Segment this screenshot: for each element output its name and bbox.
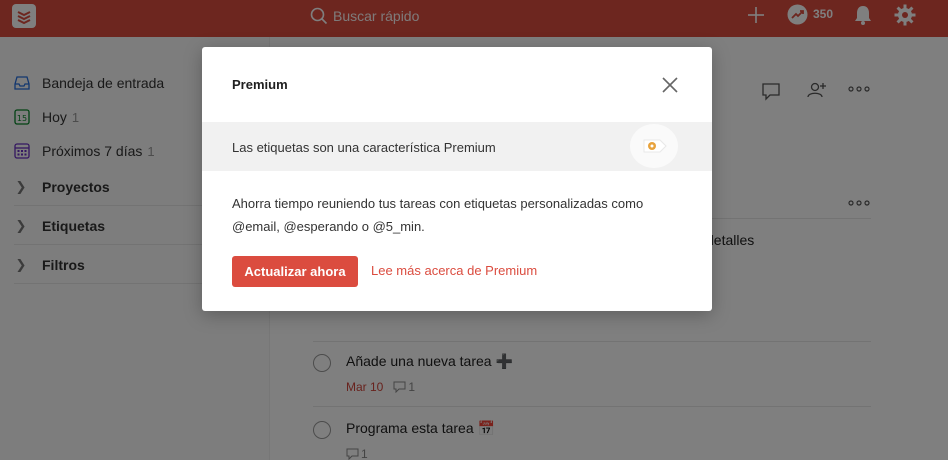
dialog-description: Ahorra tiempo reuniendo tus tareas con e…	[232, 196, 644, 234]
premium-dialog: Premium Las etiquetas son una caracterís…	[202, 47, 712, 311]
upgrade-now-button[interactable]: Actualizar ahora	[232, 256, 358, 287]
learn-more-premium-link[interactable]: Lee más acerca de Premium	[371, 263, 537, 278]
dialog-title: Premium	[232, 77, 288, 92]
premium-feature-text: Las etiquetas son una característica Pre…	[232, 140, 496, 155]
label-tag-icon	[630, 124, 678, 168]
close-icon[interactable]	[660, 75, 680, 95]
premium-feature-band: Las etiquetas son una característica Pre…	[202, 122, 712, 171]
